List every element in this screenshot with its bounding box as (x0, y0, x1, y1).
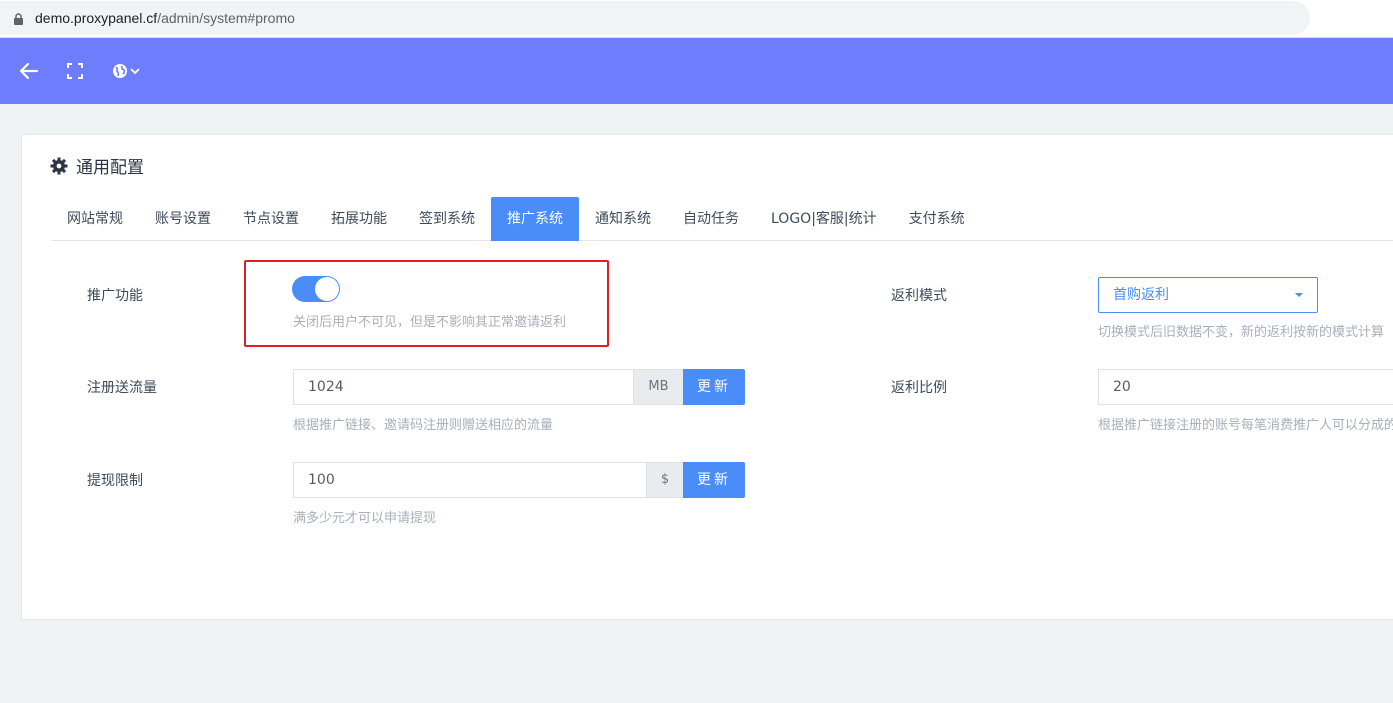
arrow-left-icon (19, 62, 39, 80)
tab-2[interactable]: 节点设置 (227, 197, 315, 241)
register-traffic-group: 1024 MB 更新 (293, 369, 745, 405)
browser-address-bar: demo.proxypanel.cf/admin/system#promo (0, 0, 1393, 38)
rebate-mode-selected: 首购返利 (1113, 287, 1169, 303)
globe-icon (113, 64, 127, 78)
tab-4[interactable]: 签到系统 (403, 197, 491, 241)
lock-icon (14, 13, 23, 25)
tab-9[interactable]: 支付系统 (893, 197, 981, 241)
chevron-down-icon (130, 68, 140, 75)
rebate-mode-label: 返利模式 (891, 288, 947, 304)
rebate-ratio-help: 根据推广链接注册的账号每笔消费推广人可以分成的比例 (1098, 418, 1393, 433)
withdraw-limit-help: 满多少元才可以申请提现 (293, 511, 437, 526)
promo-label: 推广功能 (87, 288, 143, 304)
register-traffic-help: 根据推广链接、邀请码注册则赠送相应的流量 (293, 418, 554, 433)
withdraw-limit-input[interactable]: 100 (293, 462, 646, 498)
tab-0[interactable]: 网站常规 (51, 197, 139, 241)
register-traffic-input[interactable]: 1024 (293, 369, 633, 405)
card-title-text: 通用配置 (76, 158, 144, 178)
gear-icon (50, 157, 68, 175)
card-title: 通用配置 (50, 153, 144, 178)
tab-1[interactable]: 账号设置 (139, 197, 227, 241)
url-path: /admin/system#promo (157, 10, 295, 26)
url-field[interactable]: demo.proxypanel.cf/admin/system#promo (0, 1, 1310, 35)
settings-tabs: 网站常规 账号设置 节点设置 拓展功能 签到系统 推广系统 通知系统 自动任务 LOGO|客服|… (51, 197, 1393, 241)
tab-7[interactable]: 自动任务 (667, 197, 755, 241)
highlight-annotation (244, 260, 609, 347)
url-host: demo.proxypanel.cf (35, 10, 158, 26)
top-navbar (0, 38, 1393, 104)
back-button[interactable] (19, 59, 39, 83)
tab-6[interactable]: 通知系统 (579, 197, 667, 241)
rebate-mode-help: 切换模式后旧数据不变，新的返利按新的模式计算 (1098, 325, 1385, 340)
promo-toggle[interactable] (292, 276, 340, 302)
register-traffic-unit: MB (633, 369, 683, 405)
fullscreen-button[interactable] (66, 59, 84, 83)
tab-5[interactable]: 推广系统 (491, 197, 579, 241)
withdraw-limit-label: 提现限制 (87, 473, 143, 489)
toggle-knob (315, 277, 339, 301)
withdraw-limit-unit: $ (646, 462, 683, 498)
rebate-ratio-label: 返利比例 (891, 380, 947, 396)
withdraw-limit-update-button[interactable]: 更新 (683, 462, 745, 498)
settings-card: 通用配置 网站常规 账号设置 节点设置 拓展功能 签到系统 推广系统 通知系统 自动任务 LOG… (21, 134, 1393, 620)
promo-help: 关闭后用户不可见，但是不影响其正常邀请返利 (293, 315, 567, 330)
register-traffic-label: 注册送流量 (87, 380, 157, 396)
rebate-mode-select[interactable]: 首购返利 (1098, 277, 1318, 313)
rebate-ratio-input[interactable]: 20 (1098, 369, 1393, 405)
tab-8[interactable]: LOGO|客服|统计 (755, 197, 893, 241)
caret-down-icon (1295, 293, 1303, 297)
url-text: demo.proxypanel.cf/admin/system#promo (35, 10, 295, 26)
tab-3[interactable]: 拓展功能 (315, 197, 403, 241)
register-traffic-update-button[interactable]: 更新 (683, 369, 745, 405)
fullscreen-icon (67, 63, 83, 79)
language-dropdown[interactable] (110, 59, 142, 83)
withdraw-limit-group: 100 $ 更新 (293, 462, 745, 498)
